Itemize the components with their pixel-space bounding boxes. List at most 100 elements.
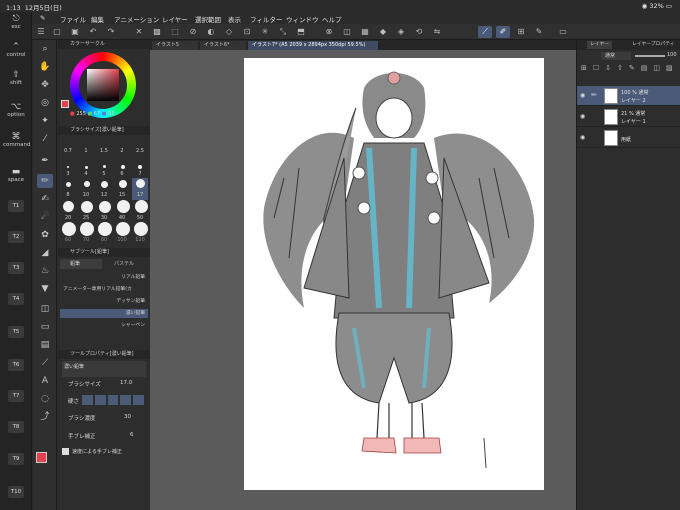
move-icon[interactable]: ✥ [37, 78, 53, 92]
blend-icon[interactable]: ♨ [37, 264, 53, 278]
size-2.5[interactable]: 2.5 [132, 148, 148, 154]
decoration-icon[interactable]: ✿ [37, 228, 53, 242]
t9-key[interactable]: T9 [8, 453, 24, 465]
layer-row-2[interactable]: ◉ ✏ 100 % 通常 レイヤー 2 [577, 86, 680, 106]
t3-key[interactable]: T3 [8, 262, 24, 274]
crop-icon[interactable]: ⊡ [240, 26, 254, 38]
ruler-icon[interactable]: ⟋ [37, 356, 53, 370]
zoom-icon[interactable]: ⌕ [37, 42, 53, 56]
size-1[interactable]: 1 [78, 148, 94, 154]
menu-animation[interactable]: アニメーション [114, 14, 159, 24]
density-value[interactable]: 30 [124, 414, 131, 420]
fill-icon[interactable]: ▼ [37, 282, 53, 296]
lock-icon[interactable]: ▦ [358, 26, 372, 38]
t7-key[interactable]: T7 [8, 390, 24, 402]
tab-pastel[interactable]: パステル [104, 259, 148, 269]
pen-snap-icon[interactable]: ✐ [496, 26, 510, 38]
save-icon[interactable]: ▣ [68, 26, 82, 38]
hide-icon[interactable]: ⊗ [322, 26, 336, 38]
tab-layer-property[interactable]: レイヤープロパティ [629, 41, 677, 49]
color-wheel[interactable] [70, 52, 136, 118]
size-12[interactable]: 12 [96, 192, 112, 198]
undo-icon[interactable]: ↶ [86, 26, 100, 38]
size-4[interactable]: 4 [78, 171, 94, 177]
balloon-icon[interactable]: ◌ [37, 392, 53, 406]
paint-icon[interactable]: ◆ [376, 26, 390, 38]
tab-illust6[interactable]: イラスト6* [200, 41, 246, 50]
stabilization-value[interactable]: 6 [130, 432, 134, 438]
folder-icon[interactable]: ▢ [50, 26, 64, 38]
size-17[interactable]: 17 [132, 192, 148, 198]
layer-row-paper[interactable]: ◉ 用紙 [577, 128, 680, 148]
subtool-mechanical-pencil[interactable]: シャーペン [60, 321, 148, 330]
menu-layer[interactable]: レイヤー [162, 14, 188, 24]
menu-edit[interactable]: 編集 [91, 14, 104, 24]
hand-icon[interactable]: ✋ [37, 60, 53, 74]
tab-illust5[interactable]: イラスト5 [152, 41, 198, 50]
size-120[interactable]: 120 [132, 237, 148, 243]
magic-wand-icon[interactable]: ✦ [37, 114, 53, 128]
size-30[interactable]: 30 [96, 215, 112, 221]
eyedropper-icon[interactable]: ⁄ [37, 132, 53, 146]
opacity-value[interactable]: 100 [667, 52, 677, 58]
grid-snap-icon[interactable]: ⊞ [514, 26, 528, 38]
hardness-selector[interactable] [82, 395, 144, 405]
size-0.7[interactable]: 0.7 [60, 148, 76, 154]
saturation-square[interactable] [87, 69, 119, 101]
menu-list-icon[interactable]: ☰ [34, 26, 48, 38]
menu-view[interactable]: 表示 [228, 14, 241, 24]
menu-filter[interactable]: フィルター [250, 14, 282, 24]
canvas-area[interactable] [150, 50, 576, 510]
redo-icon[interactable]: ↷ [104, 26, 118, 38]
eye-icon[interactable]: ◉ [580, 113, 585, 120]
size-1.5[interactable]: 1.5 [96, 148, 112, 154]
esc-key[interactable]: ⎋ esc [3, 14, 29, 30]
select-all-icon[interactable]: ⬚ [168, 26, 182, 38]
fill-icon[interactable]: ▩ [150, 26, 164, 38]
space-key[interactable]: ▬ space [3, 167, 29, 183]
t8-key[interactable]: T8 [8, 421, 24, 433]
option-key[interactable]: ⌥ option [3, 102, 29, 118]
lasso-icon[interactable]: ◎ [37, 96, 53, 110]
speed-stabilization-checkbox[interactable] [62, 448, 69, 455]
t10-key[interactable]: T10 [8, 486, 24, 498]
rotate-icon[interactable]: ⟲ [412, 26, 426, 38]
ruler-snap-icon[interactable]: ⟋ [478, 26, 492, 38]
subtool-real-pencil[interactable]: リアル鉛筆 [60, 273, 148, 282]
layer-row-1[interactable]: ◉ 21 % 通常 レイヤー 1 [577, 107, 680, 127]
t1-key[interactable]: T1 [8, 200, 24, 212]
tab-pencil[interactable]: 鉛筆 [60, 259, 102, 269]
size-70[interactable]: 70 [78, 237, 94, 243]
size-100[interactable]: 100 [114, 237, 130, 243]
size-80[interactable]: 80 [96, 237, 112, 243]
size-10[interactable]: 10 [78, 192, 94, 198]
size-25[interactable]: 25 [78, 215, 94, 221]
eye-icon[interactable]: ◉ [580, 92, 585, 99]
panel-toggle-icon[interactable]: ▭ [556, 26, 570, 38]
size-6[interactable]: 6 [114, 171, 130, 177]
transform-icon[interactable]: ⤡ [276, 26, 290, 38]
menu-file[interactable]: ファイル [60, 14, 86, 24]
t5-key[interactable]: T5 [8, 326, 24, 338]
tab-illust7[interactable]: イラスト7* (A5 2039 x 2894px 350dpi 59.5%) [248, 41, 378, 50]
gradient-icon[interactable]: ◫ [37, 302, 53, 316]
size-2[interactable]: 2 [114, 148, 130, 154]
figure-icon[interactable]: ▭ [37, 320, 53, 334]
size-8[interactable]: 8 [60, 192, 76, 198]
menu-window[interactable]: ウィンドウ [286, 14, 319, 24]
subtool-sketch-pencil[interactable]: デッサン鉛筆 [60, 297, 148, 306]
t6-key[interactable]: T6 [8, 359, 24, 371]
app-icon[interactable]: ✎ [40, 14, 45, 22]
size-3[interactable]: 3 [60, 171, 76, 177]
mirror-icon[interactable]: ⇋ [430, 26, 444, 38]
subtool-dark-pencil[interactable]: 濃い鉛筆 [60, 309, 148, 318]
size-50[interactable]: 50 [132, 215, 148, 221]
erase-icon[interactable]: ✕ [132, 26, 146, 38]
edit-icon[interactable]: ✎ [532, 26, 546, 38]
main-color-swatch[interactable] [36, 452, 47, 463]
text-icon[interactable]: A [37, 374, 53, 388]
blend-mode-select[interactable]: 通常 [601, 52, 631, 60]
eraser-icon[interactable]: ◢ [37, 246, 53, 260]
control-key[interactable]: ⌃ control [3, 42, 29, 58]
size-15[interactable]: 15 [114, 192, 130, 198]
